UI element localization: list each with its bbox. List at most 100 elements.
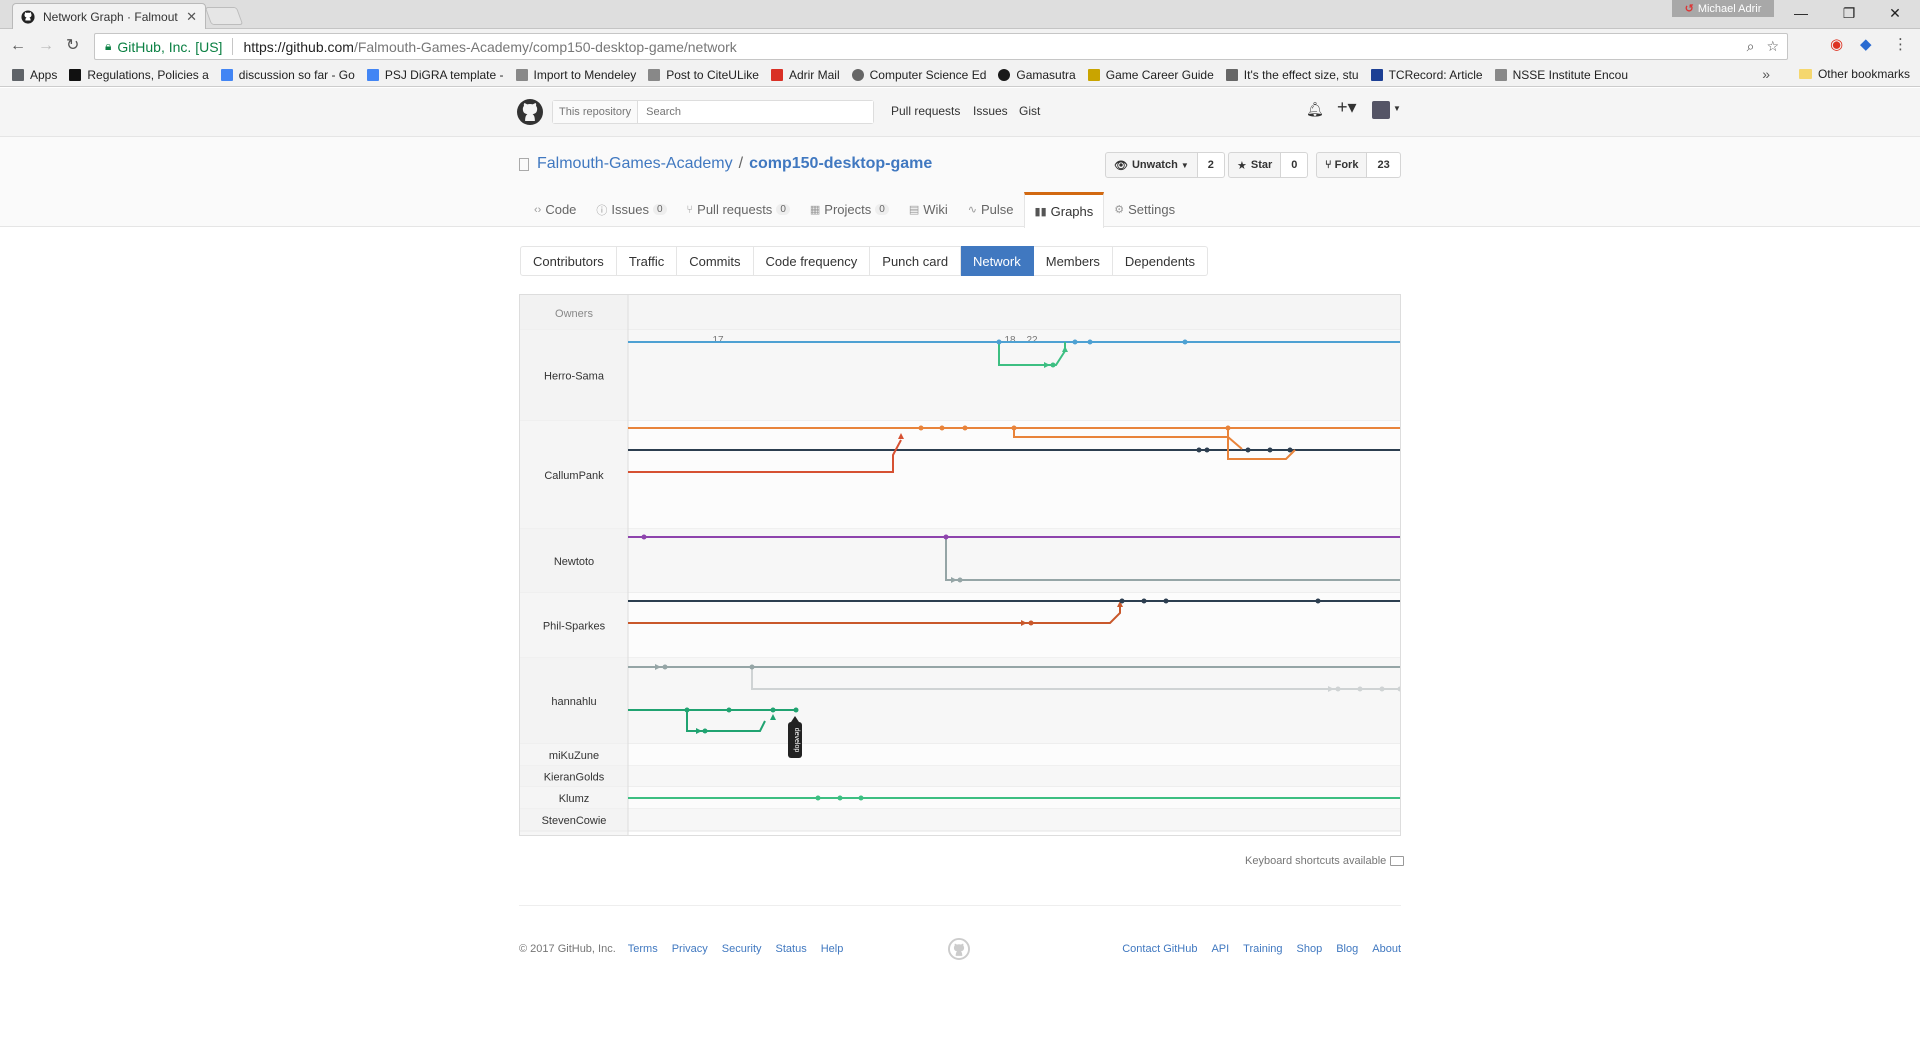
commit-dot[interactable]	[1267, 447, 1273, 453]
repo-name-link[interactable]: comp150-desktop-game	[749, 155, 932, 173]
tab-graphs[interactable]: ▮▮ Graphs	[1023, 192, 1105, 228]
commit-dot[interactable]	[1141, 598, 1147, 604]
nav-gist[interactable]: Gist	[1019, 104, 1040, 118]
github-logo-icon[interactable]	[517, 99, 543, 125]
browser-tab[interactable]: Network Graph · Falmout ✕	[12, 3, 206, 29]
bookmark-item[interactable]: Game Career Guide	[1087, 68, 1214, 82]
tab-pull-requests[interactable]: ⑂ Pull requests 0	[677, 192, 800, 227]
commit-dot[interactable]	[770, 707, 776, 713]
notification-bell-icon[interactable]: 🔔︎	[1306, 101, 1324, 118]
commit-dot[interactable]	[726, 707, 732, 713]
owner-label[interactable]: Herro-Sama	[544, 371, 605, 383]
commit-dot[interactable]	[1196, 447, 1202, 453]
footer-link-training[interactable]: Training	[1243, 943, 1282, 955]
search-input[interactable]	[638, 101, 873, 123]
bookmark-item[interactable]: Import to Mendeley	[515, 68, 636, 82]
commit-dot[interactable]	[1245, 447, 1251, 453]
owner-label[interactable]: Klumz	[559, 793, 590, 805]
bookmark-item[interactable]: Post to CiteULike	[648, 68, 759, 82]
search-box[interactable]: This repository	[552, 100, 874, 124]
profile-badge[interactable]: ↺ Michael Adrir	[1672, 0, 1774, 17]
commit-dot[interactable]	[939, 425, 945, 431]
owner-label[interactable]: StevenCowie	[542, 815, 607, 827]
commit-dot[interactable]	[1335, 686, 1341, 692]
commit-dot[interactable]	[1287, 447, 1293, 453]
footer-link-help[interactable]: Help	[821, 943, 844, 955]
bookmarks-overflow-icon[interactable]: »	[1762, 66, 1770, 82]
commit-dot[interactable]	[1028, 620, 1034, 626]
subnav-punch-card[interactable]: Punch card	[870, 246, 962, 276]
github-footer-logo-icon[interactable]	[948, 938, 970, 960]
bookmark-item[interactable]: PSJ DiGRA template -	[366, 68, 504, 82]
bookmark-item[interactable]: It's the effect size, stu	[1225, 68, 1359, 82]
restore-icon[interactable]: ❐	[1826, 2, 1872, 24]
owner-label[interactable]: Newtoto	[554, 556, 594, 568]
close-window-icon[interactable]: ✕	[1872, 2, 1918, 24]
commit-dot[interactable]	[943, 534, 949, 540]
owner-label[interactable]: CallumPank	[544, 470, 604, 482]
bookmark-item[interactable]: Regulations, Policies a	[69, 68, 209, 82]
nav-pull-requests[interactable]: Pull requests	[891, 104, 960, 118]
commit-dot[interactable]	[1182, 339, 1188, 345]
subnav-network[interactable]: Network	[961, 246, 1034, 276]
tab-code[interactable]: ‹› Code	[524, 192, 586, 227]
commit-dot[interactable]	[837, 795, 843, 801]
bookmark-star-icon[interactable]: ☆	[1766, 38, 1779, 55]
commit-dot[interactable]	[858, 795, 864, 801]
bookmark-item[interactable]: NSSE Institute Encou	[1494, 68, 1628, 82]
bookmark-item[interactable]: TCRecord: Article	[1370, 68, 1483, 82]
bookmark-item[interactable]: Apps	[12, 68, 57, 82]
tab-wiki[interactable]: ▤ Wiki	[899, 192, 958, 227]
commit-dot[interactable]	[1379, 686, 1385, 692]
extension-icon[interactable]: ◆	[1860, 35, 1872, 53]
tab-projects[interactable]: ▦ Projects 0	[800, 192, 899, 227]
subnav-contributors[interactable]: Contributors	[520, 246, 617, 276]
commit-dot[interactable]	[815, 795, 821, 801]
opera-extension-icon[interactable]: ◉	[1830, 35, 1843, 53]
commit-dot[interactable]	[1050, 362, 1056, 368]
commit-dot[interactable]	[1204, 447, 1210, 453]
owner-label[interactable]: KieranGolds	[544, 772, 605, 784]
network-graph-canvas[interactable]: Owners Herro-Sama CallumPank Newtoto Phil-Sp…	[520, 295, 1400, 835]
subnav-commits[interactable]: Commits	[677, 246, 754, 276]
fork-count[interactable]: 23	[1367, 152, 1401, 178]
tab-pulse[interactable]: ∿ Pulse	[958, 192, 1024, 227]
bookmark-item[interactable]: Gamasutra	[998, 68, 1076, 82]
commit-dot[interactable]	[957, 577, 963, 583]
bookmark-item[interactable]: Computer Science Ed	[851, 68, 986, 82]
subnav-code-frequency[interactable]: Code frequency	[753, 246, 871, 276]
minimize-icon[interactable]: —	[1778, 2, 1824, 24]
subnav-traffic[interactable]: Traffic	[616, 246, 678, 276]
commit-dot[interactable]	[641, 534, 647, 540]
footer-link-blog[interactable]: Blog	[1336, 943, 1358, 955]
commit-dot[interactable]	[684, 707, 690, 713]
footer-link-api[interactable]: API	[1211, 943, 1229, 955]
bookmark-item[interactable]: Adrir Mail	[770, 68, 840, 82]
create-new-plus-icon[interactable]: +▾	[1337, 97, 1357, 118]
star-button[interactable]: ★ Star	[1228, 152, 1282, 178]
owner-label[interactable]: Phil-Sparkes	[543, 621, 606, 633]
commit-dot[interactable]	[996, 339, 1002, 345]
commit-dot[interactable]	[1225, 425, 1231, 431]
commit-dot[interactable]	[1357, 686, 1363, 692]
avatar-dropdown-icon[interactable]: ▼	[1393, 104, 1401, 113]
owner-label[interactable]: hannahlu	[551, 696, 596, 708]
watch-count[interactable]: 2	[1197, 152, 1225, 178]
forward-icon[interactable]: →	[38, 36, 54, 56]
bookmark-item[interactable]: discussion so far - Go	[220, 68, 355, 82]
commit-dot[interactable]	[1119, 598, 1125, 604]
zoom-search-icon[interactable]: ⌕	[1747, 38, 1755, 55]
commit-dot[interactable]	[1072, 339, 1078, 345]
commit-dot[interactable]	[662, 664, 668, 670]
commit-dot[interactable]	[702, 728, 708, 734]
commit-dot[interactable]	[749, 664, 755, 670]
footer-link-privacy[interactable]: Privacy	[672, 943, 708, 955]
footer-link-terms[interactable]: Terms	[628, 943, 658, 955]
tab-issues[interactable]: ⓘ Issues 0	[586, 192, 676, 227]
new-tab-button[interactable]	[204, 7, 244, 25]
reload-icon[interactable]: ↻	[66, 36, 79, 56]
tab-close-icon[interactable]: ✕	[186, 9, 197, 25]
nav-issues[interactable]: Issues	[973, 104, 1008, 118]
chrome-menu-icon[interactable]: ⋮	[1893, 35, 1908, 53]
commit-dot[interactable]	[793, 707, 799, 713]
